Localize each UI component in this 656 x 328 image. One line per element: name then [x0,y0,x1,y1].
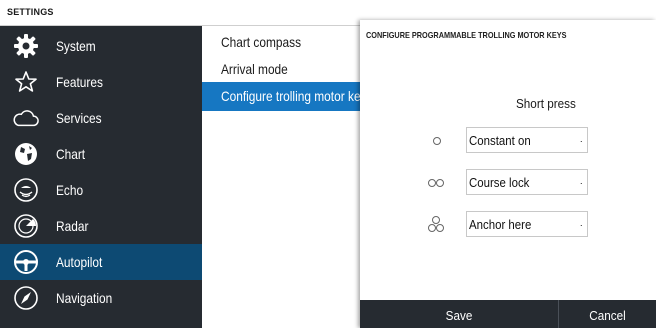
key-row-single: Constant on ․ [360,127,656,155]
sidebar-item-services[interactable]: Services [0,100,202,136]
sidebar-item-label: Navigation [56,290,113,306]
list-item-label: Configure trolling motor keys [221,88,373,104]
sidebar-item-system[interactable]: System [0,28,202,64]
cloud-icon [13,105,39,131]
list-item-label: Arrival mode [221,61,288,77]
triple-circle-icon [424,215,450,235]
sidebar-item-label: Echo [56,182,84,198]
short-press-select-3[interactable]: Anchor here ․ [466,211,588,237]
chevron-down-icon: ․ [579,176,583,187]
save-button-label: Save [445,308,473,323]
chevron-down-icon: ․ [579,134,583,145]
key-row-double: Course lock ․ [360,169,656,197]
dialog-title: CONFIGURE PROGRAMMABLE TROLLING MOTOR KE… [366,30,567,40]
compass-icon [13,285,39,311]
list-item-label: Chart compass [221,34,302,50]
select-value: Course lock [469,175,530,190]
single-circle-icon [424,131,450,151]
radar-icon [13,213,39,239]
cancel-button-label: Cancel [589,308,626,323]
key-row-triple: Anchor here ․ [360,211,656,239]
dialog-footer: Save Cancel [360,300,656,328]
short-press-select-2[interactable]: Course lock ․ [466,169,588,195]
double-circle-icon [424,173,450,193]
settings-title: SETTINGS [7,7,54,17]
sidebar-item-navigation[interactable]: Navigation [0,280,202,316]
short-press-select-1[interactable]: Constant on ․ [466,127,588,153]
select-value: Anchor here [469,217,532,232]
globe-icon [13,141,39,167]
sidebar-item-radar[interactable]: Radar [0,208,202,244]
sidebar-item-echo[interactable]: Echo [0,172,202,208]
sidebar-item-autopilot[interactable]: Autopilot [0,244,202,280]
save-button[interactable]: Save [360,300,558,328]
sidebar-item-features[interactable]: Features [0,64,202,100]
sidebar-item-label: Features [56,74,103,90]
star-icon [13,69,39,95]
settings-sidebar: System Features Services Chart Echo Rada… [0,26,202,328]
sidebar-item-label: Autopilot [56,254,103,270]
short-press-column-header: Short press [516,96,576,111]
select-value: Constant on [469,133,531,148]
sidebar-item-chart[interactable]: Chart [0,136,202,172]
sidebar-item-label: Services [56,110,102,126]
gear-icon [13,33,39,59]
sidebar-item-label: Chart [56,146,86,162]
sidebar-item-label: Radar [56,218,89,234]
cancel-button[interactable]: Cancel [559,300,656,328]
sidebar-item-label: System [56,38,96,54]
echo-icon [13,177,39,203]
chevron-down-icon: ․ [579,218,583,229]
trolling-motor-keys-dialog: CONFIGURE PROGRAMMABLE TROLLING MOTOR KE… [360,20,656,328]
steering-wheel-icon [13,249,39,275]
